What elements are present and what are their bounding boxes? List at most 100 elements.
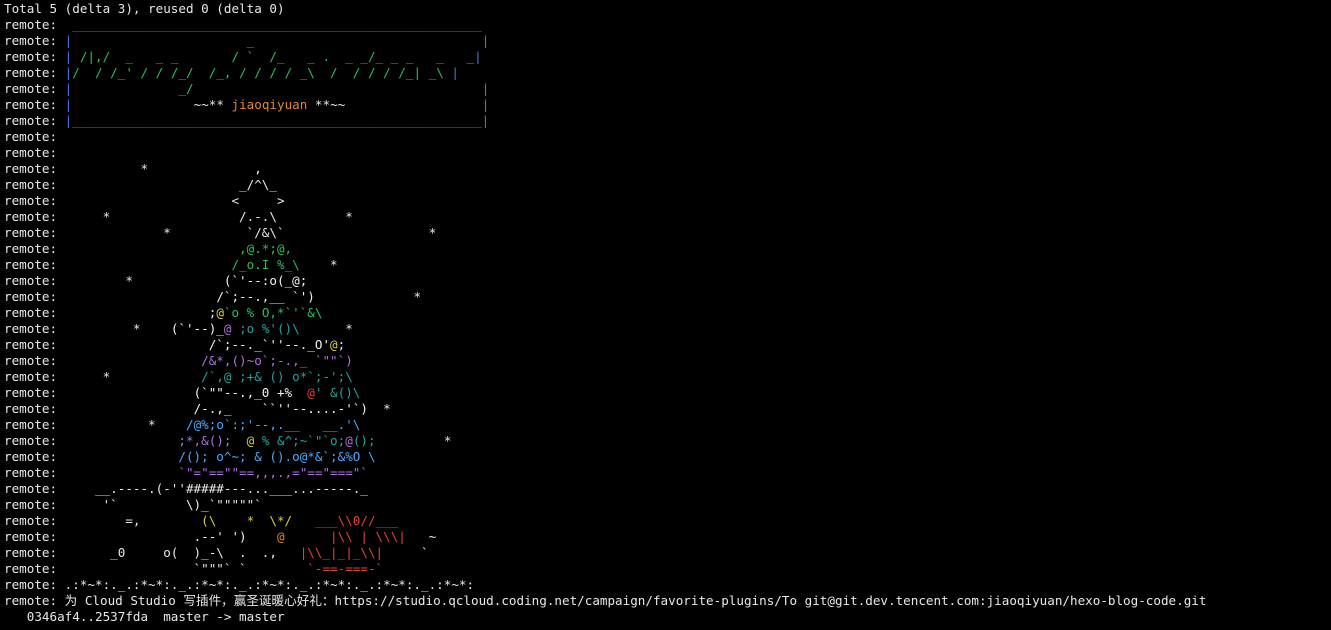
- terminal-output[interactable]: Total 5 (delta 3), reused 0 (delta 0) rem…: [0, 0, 1331, 626]
- terminal-text: remote:: [4, 17, 65, 32]
- terminal-text: /&*,()~o`;-.,_ `""`): [201, 353, 353, 368]
- terminal-line: Total 5 (delta 3), reused 0 (delta 0): [4, 1, 1327, 17]
- terminal-text: `"="==""==,,,.,="=="==="`: [178, 465, 368, 480]
- terminal-text: remote:: [4, 81, 65, 96]
- terminal-text: _: [72, 33, 482, 48]
- terminal-line: remote: * (`'--:o(_@;: [4, 273, 1327, 289]
- terminal-line: remote: `"="==""==,,,.,="=="==="`: [4, 465, 1327, 481]
- terminal-text: remote:: [4, 145, 58, 160]
- terminal-line: remote: | _/ |: [4, 81, 1327, 97]
- terminal-line: remote: /`;--._`''--._O'@;: [4, 337, 1327, 353]
- terminal-text: 0346af4..2537fda master -> master: [4, 609, 285, 624]
- terminal-text: ;o %'()\: [231, 321, 300, 336]
- terminal-text: ___\\0//___: [307, 513, 399, 528]
- terminal-text: /|,/ _ _ _ / ` /_ _ . _ _/_ _ _ _ _: [72, 49, 475, 64]
- terminal-text: remote:: [4, 305, 209, 320]
- terminal-text: remote: '` \)_`"""""`: [4, 497, 262, 512]
- terminal-text: /`;--._`''--._O': [208, 337, 331, 352]
- terminal-text: @: [299, 385, 315, 400]
- terminal-text: Total 5 (delta 3), reused 0 (delta 0): [4, 1, 285, 16]
- terminal-text: remote: < >: [4, 193, 285, 208]
- terminal-text: remote:: [4, 433, 179, 448]
- terminal-text: remote:: [4, 113, 65, 128]
- terminal-text: ,@.*;@,: [239, 241, 293, 256]
- terminal-line: remote: * (`'--)_@ ;o %'()\ *: [4, 321, 1327, 337]
- terminal-text: |: [481, 97, 490, 112]
- terminal-text: remote:: [4, 97, 65, 112]
- terminal-text: remote:: [4, 385, 194, 400]
- terminal-text: remote: _0 o( )_-\ . .,: [4, 545, 300, 560]
- terminal-line: remote: __.----.(-''#####---...___...---…: [4, 481, 1327, 497]
- terminal-line: remote:: [4, 145, 1327, 161]
- terminal-text: _/: [72, 81, 482, 96]
- terminal-text: *: [367, 401, 391, 416]
- terminal-text: |: [474, 49, 482, 64]
- terminal-line: remote: | /|,/ _ _ _ / ` /_ _ . _ _/_ _ …: [4, 49, 1327, 65]
- terminal-text: remote:: [4, 65, 65, 80]
- terminal-line: remote: =, (\ * \*/ ___\\0//___: [4, 513, 1327, 529]
- terminal-line: remote: |/ / /_' / / /_/ /_, / / / / _\ …: [4, 65, 1327, 81]
- terminal-line: remote: * `/&\` *: [4, 225, 1327, 241]
- terminal-text: |: [451, 65, 459, 80]
- terminal-line: remote: * /`,@ ;+& () o*`;-';\: [4, 369, 1327, 385]
- terminal-text: ~~**: [72, 97, 232, 112]
- terminal-text: *: [299, 321, 353, 336]
- terminal-text: /-.,_ ``''--....-'`): [193, 401, 368, 416]
- terminal-text: @: [216, 305, 224, 320]
- terminal-line: remote: ,@.*;@,: [4, 241, 1327, 257]
- terminal-text: remote:: [4, 241, 240, 256]
- terminal-line: remote: /-.,_ ``''--....-'`) *: [4, 401, 1327, 417]
- terminal-line: 0346af4..2537fda master -> master: [4, 609, 1327, 625]
- terminal-line: remote: |_______________________________…: [4, 113, 1327, 129]
- terminal-text: |: [481, 81, 490, 96]
- terminal-text: remote:: [4, 337, 209, 352]
- terminal-text: @: [345, 433, 353, 448]
- terminal-text: remote: =,: [4, 513, 202, 528]
- terminal-text: remote: _/^\_: [4, 177, 277, 192]
- terminal-text: remote: * ,: [4, 161, 262, 176]
- terminal-text: `: [383, 545, 429, 560]
- terminal-text: *: [314, 289, 422, 304]
- terminal-text: @: [246, 529, 331, 544]
- terminal-line: remote: | ~~** jiaoqiyuan **~~ |: [4, 97, 1327, 113]
- terminal-text: /`,@ ;+& () o*`;-';\: [201, 369, 353, 384]
- terminal-line: remote: .:*~*:._.:*~*:._.:*~*:._.:*~*:._…: [4, 577, 1327, 593]
- terminal-line: remote: ;@`o % O,*`'`&\: [4, 305, 1327, 321]
- terminal-text: (`'--:o(_@;: [223, 273, 308, 288]
- terminal-text: `o % O,*`'`&\: [223, 305, 323, 320]
- terminal-text: ~: [405, 529, 437, 544]
- terminal-text: ();: [352, 433, 376, 448]
- terminal-text: remote:: [4, 49, 65, 64]
- terminal-text: **~~: [307, 97, 482, 112]
- terminal-text: remote: 为 Cloud Studio 写插件，赢圣诞暖心好礼：https…: [4, 593, 1207, 608]
- terminal-text: .--' '): [193, 529, 247, 544]
- terminal-text: (`""--.,_0 +%: [193, 385, 300, 400]
- terminal-text: % &^;~`"`o;: [254, 433, 346, 448]
- terminal-text: ' &()\: [314, 385, 361, 400]
- terminal-text: |\\_|_|_\\|: [299, 545, 384, 560]
- terminal-line: remote: /`;--.,__ `') *: [4, 289, 1327, 305]
- terminal-text: remote:: [4, 449, 179, 464]
- terminal-text: remote:: [4, 401, 194, 416]
- terminal-text: remote:: [4, 289, 217, 304]
- terminal-text: remote:: [4, 353, 202, 368]
- terminal-text: remote:: [4, 465, 179, 480]
- terminal-text: remote:: [4, 33, 65, 48]
- terminal-text: remote: `"""` `: [4, 561, 308, 576]
- terminal-text: /`;--.,__ `'): [216, 289, 315, 304]
- terminal-line: remote: _/^\_: [4, 177, 1327, 193]
- terminal-text: remote: *: [4, 273, 224, 288]
- terminal-line: remote: (`""--.,_0 +% @' &()\: [4, 385, 1327, 401]
- terminal-line: remote:: [4, 129, 1327, 145]
- terminal-line: remote: '` \)_`"""""`: [4, 497, 1327, 513]
- terminal-line: remote: | _ |: [4, 33, 1327, 49]
- terminal-text: ;*,&();: [178, 433, 247, 448]
- terminal-line: remote: * /@%;o`:;'--,.__ __.'\: [4, 417, 1327, 433]
- terminal-line: remote: .--' ') @ |\\ | \\\| ~: [4, 529, 1327, 545]
- terminal-line: remote: 为 Cloud Studio 写插件，赢圣诞暖心好礼：https…: [4, 593, 1327, 609]
- terminal-text: remote: * `/&\` *: [4, 225, 437, 240]
- terminal-line: remote: < >: [4, 193, 1327, 209]
- terminal-line: remote: `"""` ` `-==-===-`: [4, 561, 1327, 577]
- terminal-text: |_______________________________________…: [64, 113, 490, 128]
- terminal-text: remote:: [4, 129, 58, 144]
